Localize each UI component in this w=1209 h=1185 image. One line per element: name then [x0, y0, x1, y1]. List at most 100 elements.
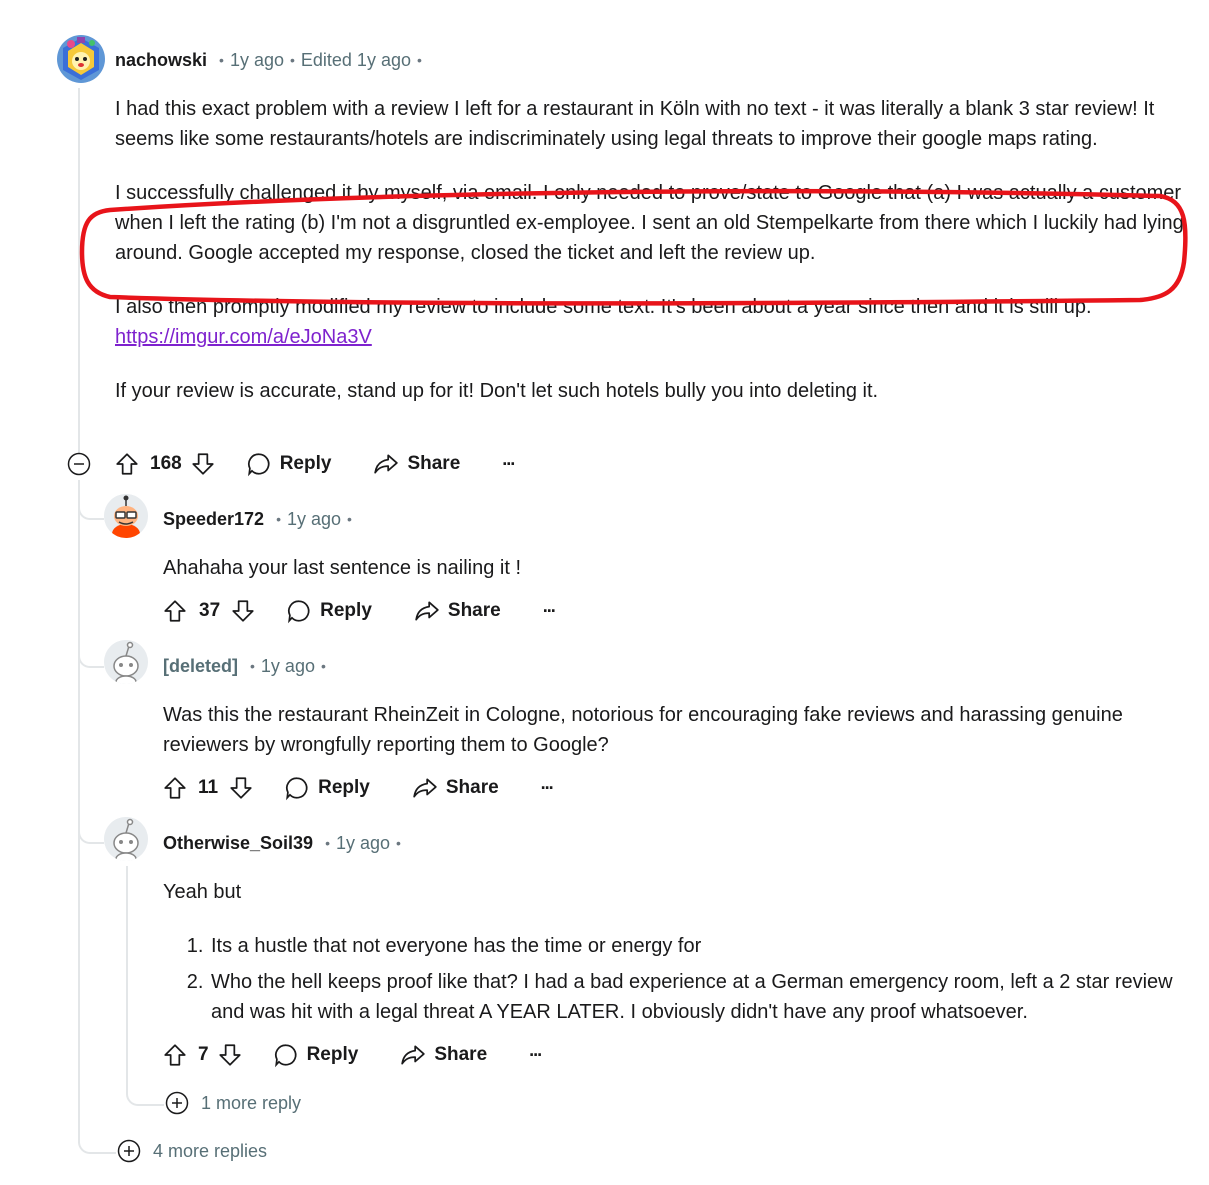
upvote-button[interactable]: [162, 1042, 188, 1068]
share-label: Share: [445, 777, 499, 798]
separator-dot: •: [396, 835, 401, 851]
downvote-button[interactable]: [190, 451, 216, 477]
share-label: Share: [407, 453, 461, 474]
more-options-button[interactable]: ···: [529, 1045, 543, 1066]
timestamp[interactable]: 1y ago: [261, 656, 315, 677]
paragraph: Was this the restaurant RheinZeit in Col…: [163, 704, 1123, 756]
avatar[interactable]: [104, 494, 148, 538]
more-replies-link[interactable]: 4 more replies: [117, 1139, 267, 1163]
reply-button[interactable]: Reply: [273, 1042, 359, 1068]
thread-branch-4-more: [78, 1120, 116, 1154]
downvote-button[interactable]: [217, 1042, 243, 1068]
upvote-icon: [164, 1044, 186, 1066]
downvote-icon: [232, 600, 254, 622]
upvote-button[interactable]: [162, 775, 188, 801]
vote-count: 11: [198, 777, 219, 798]
list-item: Its a hustle that not everyone has the t…: [209, 931, 1183, 961]
share-icon: [415, 601, 439, 621]
vote-count: 7: [198, 1044, 209, 1065]
reply-button[interactable]: Reply: [286, 598, 372, 624]
comment-bubble-icon: [274, 1044, 297, 1068]
downvote-button[interactable]: [230, 598, 256, 624]
comment-bubble-icon: [286, 777, 308, 801]
collapse-icon: [67, 452, 91, 476]
reply-actions: 11 Reply Share ···: [162, 773, 555, 803]
author-name[interactable]: nachowski: [115, 50, 207, 71]
numbered-list: Its a hustle that not everyone has the t…: [163, 931, 1183, 1027]
timestamp[interactable]: 1y ago: [287, 509, 341, 530]
edited-label: Edited 1y ago: [300, 49, 411, 70]
downvote-icon: [192, 453, 214, 475]
reply-body: Ahahaha your last sentence is nailing it…: [163, 553, 1183, 583]
plus-circle-icon: [165, 1091, 189, 1115]
paragraph: Ahahaha your last sentence is nailing it…: [163, 557, 521, 579]
more-options-button[interactable]: ···: [543, 601, 557, 622]
separator-dot: •: [416, 52, 422, 68]
reply-body: Yeah but Its a hustle that not everyone …: [163, 877, 1183, 1033]
avatar[interactable]: [57, 35, 105, 83]
vote-count: 37: [199, 600, 221, 621]
paragraph: If your review is accurate, stand up for…: [115, 380, 879, 402]
share-label: Share: [434, 1044, 488, 1065]
reply-meta: [deleted] • 1y ago •: [163, 654, 332, 678]
separator-dot: •: [276, 511, 281, 527]
reply-body: Was this the restaurant RheinZeit in Col…: [163, 700, 1183, 760]
default-snoo-icon: [104, 640, 148, 684]
upvote-icon: [116, 453, 138, 475]
more-reply-link[interactable]: 1 more reply: [165, 1091, 301, 1115]
thread-line-reply3[interactable]: [126, 866, 128, 1086]
reply-label: Reply: [320, 600, 372, 621]
share-icon: [401, 1045, 426, 1065]
reply-button[interactable]: Reply: [284, 775, 370, 801]
share-button[interactable]: Share: [400, 1042, 487, 1068]
imgur-link[interactable]: https://imgur.com/a/eJoNa3V: [115, 326, 372, 348]
downvote-button[interactable]: [228, 775, 254, 801]
list-item: Who the hell keeps proof like that? I ha…: [209, 967, 1183, 1027]
share-button[interactable]: Share: [373, 451, 460, 477]
reply-label: Reply: [318, 777, 370, 798]
reply-actions: 7 Reply Share ···: [162, 1040, 543, 1070]
red-highlight-outline: [79, 188, 1188, 306]
reply-meta: Otherwise_Soil39 • 1y ago •: [163, 831, 407, 855]
paragraph: Yeah but: [163, 881, 242, 903]
link-paragraph: https://imgur.com/a/eJoNa3V: [115, 322, 1190, 352]
author-name[interactable]: Speeder172: [163, 509, 264, 530]
upvote-icon: [164, 600, 186, 622]
more-replies-label: 4 more replies: [153, 1140, 268, 1161]
share-button[interactable]: Share: [412, 775, 499, 801]
reply-label: Reply: [306, 1044, 359, 1065]
reply-meta: Speeder172 • 1y ago •: [163, 507, 358, 531]
timestamp[interactable]: 1y ago: [336, 833, 390, 854]
comment-actions: 168 Reply Share ···: [114, 449, 516, 479]
collapse-button[interactable]: [67, 452, 91, 476]
share-button[interactable]: Share: [414, 598, 501, 624]
reply-button[interactable]: Reply: [246, 451, 331, 477]
more-options-button[interactable]: ···: [541, 778, 555, 799]
separator-dot: •: [289, 52, 295, 68]
separator-dot: •: [250, 658, 255, 674]
avatar[interactable]: [104, 640, 148, 684]
thread-line-main-lower[interactable]: [78, 480, 80, 1140]
plus-circle-icon: [117, 1139, 141, 1163]
thread-branch-speeder: [78, 488, 104, 520]
separator-dot: •: [219, 52, 224, 68]
more-options-button[interactable]: ···: [502, 454, 516, 475]
avatar[interactable]: [104, 817, 148, 861]
separator-dot: •: [347, 511, 352, 527]
author-name[interactable]: Otherwise_Soil39: [163, 833, 313, 854]
comment-bubble-icon: [288, 600, 310, 624]
downvote-icon: [230, 777, 252, 799]
comment-bubble-icon: [247, 453, 270, 477]
thread-branch-1-more: [126, 1070, 164, 1106]
timestamp[interactable]: 1y ago: [230, 50, 284, 71]
vote-count: 168: [150, 453, 182, 474]
upvote-button[interactable]: [114, 451, 140, 477]
default-snoo-icon: [104, 817, 148, 861]
thread-branch-deleted: [78, 636, 104, 668]
upvote-button[interactable]: [162, 598, 188, 624]
paragraph: I had this exact problem with a review I…: [115, 98, 1155, 150]
downvote-icon: [218, 1044, 241, 1066]
more-reply-label: 1 more reply: [201, 1092, 302, 1113]
reply-actions: 37 Reply Share ···: [162, 596, 557, 626]
upvote-icon: [164, 777, 186, 799]
